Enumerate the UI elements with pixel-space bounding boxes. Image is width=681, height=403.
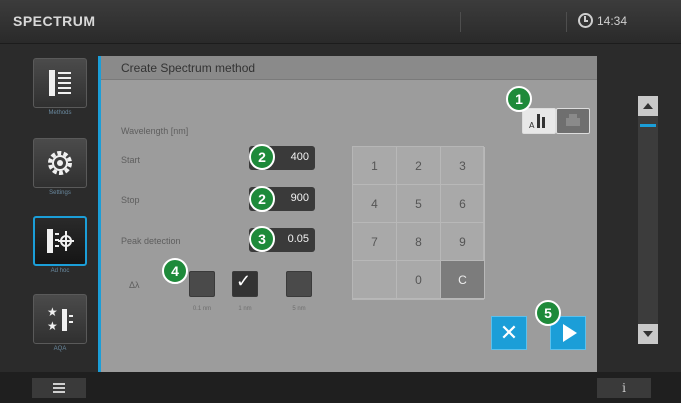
sidebar-item-label: AQA	[53, 346, 67, 352]
checkmark-icon: ✓	[236, 271, 252, 291]
key-3[interactable]: 3	[441, 147, 485, 185]
callout-badge-3: 3	[249, 226, 275, 252]
step-option-label: 0.1 nm	[192, 306, 212, 312]
callout-badge-5: 5	[535, 300, 561, 326]
close-icon: ✕	[499, 320, 519, 345]
key-8[interactable]: 8	[397, 223, 441, 261]
arrow-down-icon	[643, 331, 653, 337]
sidebar-item-label: Settings	[49, 190, 71, 196]
sidebar-item-aqa[interactable]: ★ ★ AQA	[27, 292, 93, 358]
key-6[interactable]: 6	[441, 185, 485, 223]
sidebar-item-adhoc[interactable]: Ad hoc	[27, 214, 93, 280]
key-clear[interactable]: C	[441, 261, 485, 299]
key-1[interactable]: 1	[353, 147, 397, 185]
menu-button[interactable]	[32, 378, 86, 398]
callout-badge-2: 2	[249, 144, 275, 170]
text-size-button[interactable]: A	[522, 108, 556, 134]
clock-time: 14:34	[597, 13, 628, 28]
sidebar-item-label: Ad hoc	[50, 268, 70, 274]
start-label: Start	[121, 155, 141, 165]
key-2[interactable]: 2	[397, 147, 441, 185]
adhoc-spectrum-icon	[47, 229, 74, 253]
step-5nm-checkbox[interactable]	[286, 271, 312, 297]
app-title: SPECTRUM	[13, 13, 96, 29]
callout-badge-4: 4	[162, 258, 188, 284]
text-size-icon: A	[529, 114, 545, 130]
bottom-bar	[0, 372, 681, 403]
scroll-up-button[interactable]	[638, 96, 658, 116]
menu-icon	[53, 383, 65, 385]
info-button[interactable]: i	[597, 378, 651, 398]
cancel-button[interactable]: ✕	[491, 316, 527, 350]
key-blank	[353, 261, 397, 299]
methods-list-icon	[49, 70, 71, 96]
clock: 14:34	[578, 13, 627, 28]
panel-header: Create Spectrum method	[101, 56, 597, 80]
key-5[interactable]: 5	[397, 185, 441, 223]
scroll-down-button[interactable]	[638, 324, 658, 344]
step-option-label: 5 nm	[292, 306, 306, 312]
svg-text:★: ★	[47, 305, 58, 319]
key-9[interactable]: 9	[441, 223, 485, 261]
play-icon	[563, 324, 577, 342]
clock-icon	[578, 13, 593, 28]
aqa-stars-icon: ★ ★	[47, 305, 73, 333]
screenshot-button[interactable]	[556, 108, 590, 134]
step-0-1nm-checkbox[interactable]	[189, 271, 215, 297]
scrollbar-thumb[interactable]	[640, 124, 656, 127]
header-divider	[566, 12, 567, 32]
wavelength-label: Wavelength [nm]	[121, 126, 189, 136]
print-icon	[566, 114, 580, 126]
gear-icon	[48, 151, 72, 175]
callout-badge-1: 1	[506, 86, 532, 112]
step-label: Δλ	[129, 280, 140, 290]
numeric-keypad: 1 2 3 4 5 6 7 8 9 0 C	[352, 146, 485, 300]
peak-detection-label: Peak detection	[121, 236, 181, 246]
arrow-up-icon	[643, 103, 653, 109]
method-panel: Create Spectrum method A Wavelength [nm]…	[98, 56, 597, 372]
top-bar: SPECTRUM 14:34	[0, 0, 681, 44]
header-divider	[460, 12, 461, 32]
key-7[interactable]: 7	[353, 223, 397, 261]
sidebar-item-methods[interactable]: Methods	[27, 56, 93, 122]
scrollbar-track[interactable]	[638, 96, 658, 344]
stop-label: Stop	[121, 195, 140, 205]
sidebar: Methods Settings Ad hoc ★ ★ AQA	[27, 56, 95, 372]
key-4[interactable]: 4	[353, 185, 397, 223]
sidebar-item-label: Methods	[48, 110, 72, 116]
key-0[interactable]: 0	[397, 261, 441, 299]
step-option-label: 1 nm	[238, 306, 252, 312]
callout-badge-2: 2	[249, 186, 275, 212]
svg-text:★: ★	[47, 319, 58, 333]
panel-title: Create Spectrum method	[121, 61, 256, 75]
sidebar-item-settings[interactable]: Settings	[27, 136, 93, 202]
step-1nm-checkbox[interactable]: ✓	[232, 271, 258, 297]
svg-text:A: A	[529, 121, 535, 130]
